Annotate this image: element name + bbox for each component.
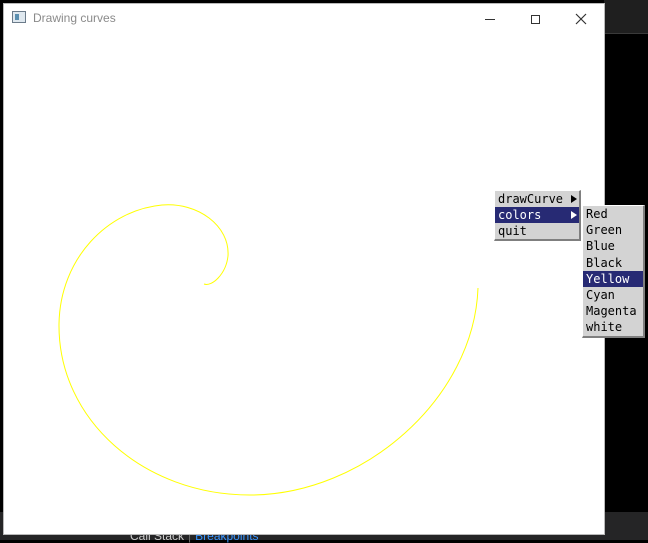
menu-item-quit[interactable]: quit [495, 223, 579, 239]
submenu-item-black[interactable]: Black [583, 255, 643, 271]
background-divider [604, 33, 648, 34]
app-window: Drawing curves [4, 4, 604, 534]
background-editor-strip [604, 0, 648, 34]
curve-svg [58, 204, 479, 496]
drawing-canvas[interactable] [4, 34, 604, 534]
menu-item-drawcurve[interactable]: drawCurve [495, 191, 579, 207]
yellow-curve [58, 204, 479, 496]
app-window-icon [12, 11, 26, 23]
maximize-button[interactable] [512, 4, 558, 34]
submenu-item-red[interactable]: Red [583, 206, 643, 222]
submenu-item-green[interactable]: Green [583, 222, 643, 238]
title-bar[interactable]: Drawing curves [4, 4, 604, 34]
menu-item-label: colors [498, 208, 542, 222]
menu-item-label: drawCurve [498, 192, 564, 206]
submenu-item-white[interactable]: white [583, 319, 643, 335]
minimize-button[interactable] [467, 4, 513, 34]
submenu-item-blue[interactable]: Blue [583, 238, 643, 254]
minimize-icon [485, 18, 495, 20]
window-title: Drawing curves [33, 11, 116, 25]
context-menu: drawCurve colors quit [494, 190, 581, 241]
submenu-item-magenta[interactable]: Magenta [583, 303, 643, 319]
colors-submenu: Red Green Blue Black Yellow Cyan Magenta… [582, 205, 645, 338]
menu-item-label: quit [498, 224, 527, 238]
maximize-icon [530, 14, 540, 24]
submenu-item-yellow[interactable]: Yellow [583, 270, 643, 287]
submenu-arrow-icon [571, 211, 577, 219]
menu-item-colors[interactable]: colors [495, 207, 579, 223]
submenu-arrow-icon [571, 195, 577, 203]
close-icon [575, 13, 587, 25]
submenu-item-cyan[interactable]: Cyan [583, 287, 643, 303]
close-button[interactable] [558, 4, 604, 34]
